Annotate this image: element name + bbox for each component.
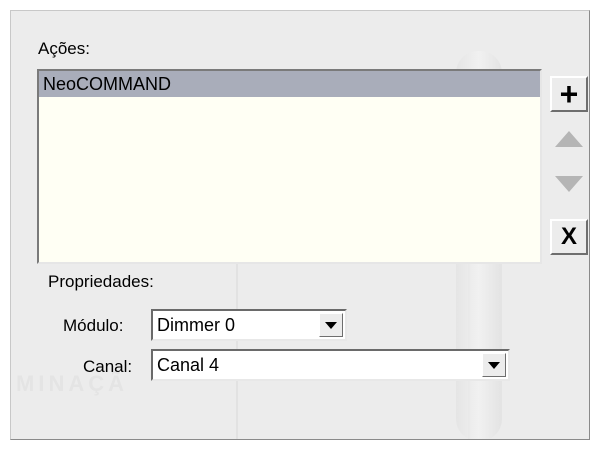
actions-list[interactable]: NeoCOMMAND — [37, 69, 542, 264]
move-down-button[interactable] — [550, 166, 588, 202]
module-dropdown-button[interactable] — [319, 313, 343, 337]
arrow-down-icon — [555, 176, 583, 192]
module-select[interactable]: Dimmer 0 — [151, 309, 347, 341]
chevron-down-icon — [488, 361, 500, 369]
arrow-up-icon — [555, 131, 583, 147]
module-label: Módulo: — [63, 316, 124, 335]
channel-value: Canal 4 — [157, 355, 220, 375]
remove-action-button[interactable]: X — [550, 219, 588, 255]
channel-label: Canal: — [83, 357, 133, 376]
properties-label: Propriedades: — [48, 272, 154, 291]
actions-panel: MINAÇÃ Ações: NeoCOMMAND + X Propriedade… — [10, 10, 590, 440]
module-value: Dimmer 0 — [157, 315, 236, 335]
x-icon: X — [560, 223, 577, 250]
channel-dropdown-button[interactable] — [482, 353, 506, 377]
add-action-button[interactable]: + — [550, 76, 588, 112]
channel-select[interactable]: Canal 4 — [151, 349, 510, 381]
plus-icon: + — [559, 76, 579, 112]
chevron-down-icon — [325, 321, 337, 329]
list-item[interactable]: NeoCOMMAND — [39, 71, 540, 97]
move-up-button[interactable] — [550, 121, 588, 157]
actions-label: Ações: — [38, 39, 90, 58]
